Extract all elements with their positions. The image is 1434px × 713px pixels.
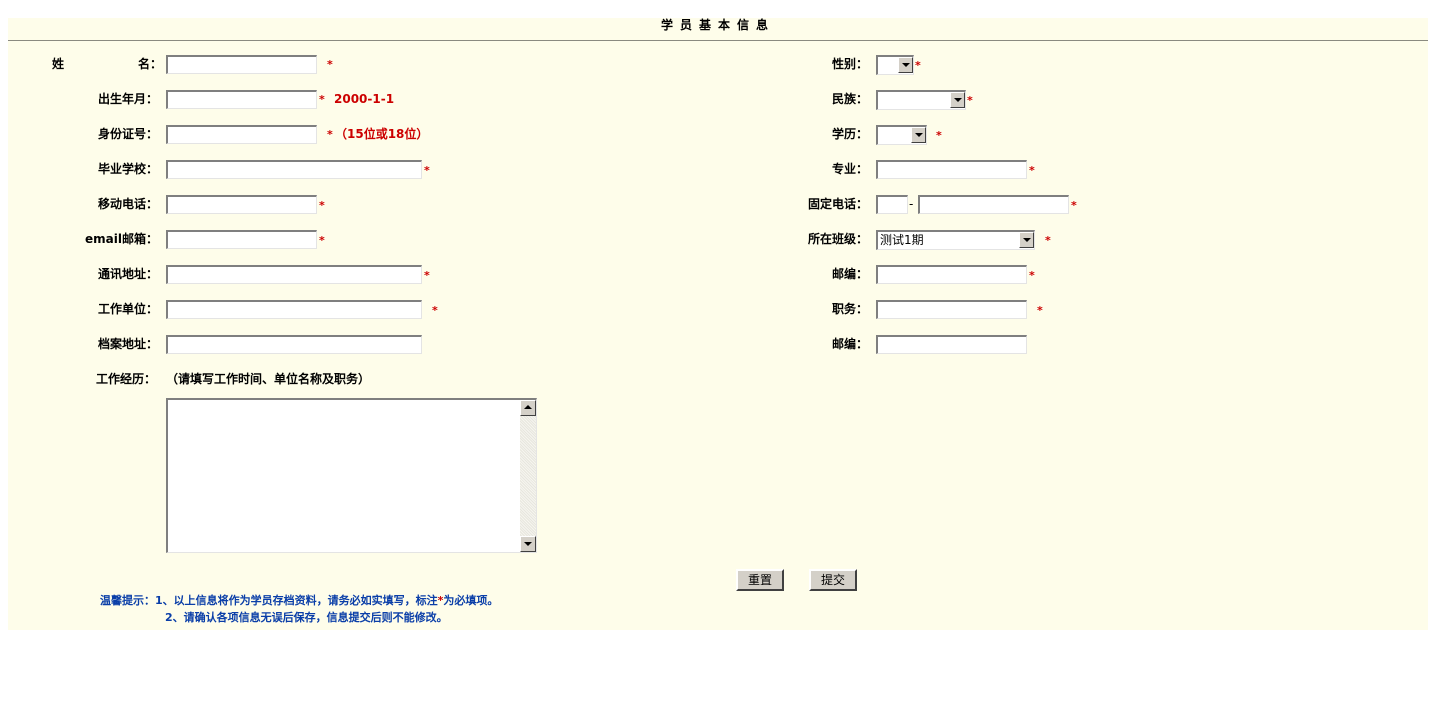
gender-label: 性别：: [831, 57, 868, 71]
postcode-required-mark: *: [1029, 269, 1035, 282]
major-label: 专业：: [831, 162, 868, 176]
work-history-textarea[interactable]: [166, 398, 537, 553]
school-input[interactable]: [166, 160, 422, 179]
chevron-down-icon[interactable]: [950, 92, 965, 108]
employer-required-mark: *: [432, 304, 438, 317]
class-value: 测试1期: [880, 233, 924, 247]
birth-input[interactable]: [166, 90, 317, 109]
name-label-first-char: 姓: [52, 57, 65, 71]
id-number-hint: （15位或18位）: [335, 127, 429, 141]
email-required-mark: *: [319, 234, 325, 247]
birth-format-hint: 2000-1-1: [334, 92, 395, 106]
id-number-input[interactable]: [166, 125, 317, 144]
tip-prefix: 温馨提示：: [100, 594, 155, 607]
tip-line-2: 2、请确认各项信息无误后保存，信息提交后则不能修改。: [165, 611, 448, 624]
school-label: 毕业学校：: [97, 162, 158, 176]
gender-select[interactable]: [876, 55, 914, 75]
id-number-required-mark: *: [327, 128, 333, 141]
job-title-required-mark: *: [1037, 304, 1043, 317]
tip-line-1: 温馨提示：1、以上信息将作为学员存档资料，请务必如实填写，标注*为必填项。: [100, 593, 498, 608]
archive-address-input[interactable]: [166, 335, 422, 354]
landline-separator: -: [909, 197, 914, 211]
form-panel: 学员基本信息 姓 名： * 出生年月： * 2000-1-1 身份证号： * （…: [8, 18, 1428, 630]
chevron-down-icon[interactable]: [911, 127, 926, 143]
mobile-label: 移动电话：: [97, 197, 158, 211]
gender-required-mark: *: [915, 59, 921, 72]
ethnicity-label: 民族：: [831, 92, 868, 106]
reset-button[interactable]: 重置: [736, 569, 784, 591]
chevron-down-icon[interactable]: [898, 57, 913, 73]
major-input[interactable]: [876, 160, 1027, 179]
title-divider: [8, 40, 1428, 41]
archive-postcode-input[interactable]: [876, 335, 1027, 354]
page-title: 学员基本信息: [660, 18, 775, 32]
postcode-input[interactable]: [876, 265, 1027, 284]
employer-label: 工作单位：: [97, 302, 158, 316]
name-input[interactable]: [166, 55, 317, 74]
archive-postcode-label: 邮编：: [831, 337, 868, 351]
class-select[interactable]: 测试1期: [876, 230, 1035, 250]
ethnicity-select[interactable]: [876, 90, 966, 110]
major-required-mark: *: [1029, 164, 1035, 177]
landline-required-mark: *: [1071, 199, 1077, 212]
address-input[interactable]: [166, 265, 422, 284]
postcode-label: 邮编：: [831, 267, 868, 281]
work-history-label: 工作经历：: [96, 372, 157, 386]
landline-area-code-input[interactable]: [876, 195, 908, 214]
submit-button[interactable]: 提交: [809, 569, 857, 591]
mobile-required-mark: *: [319, 199, 325, 212]
tip-line1-suffix: 为必填项。: [443, 594, 499, 607]
education-required-mark: *: [936, 129, 942, 142]
address-required-mark: *: [424, 269, 430, 282]
school-required-mark: *: [424, 164, 430, 177]
job-title-input[interactable]: [876, 300, 1027, 319]
landline-number-input[interactable]: [918, 195, 1069, 214]
education-label: 学历：: [831, 127, 868, 141]
birth-label: 出生年月：: [97, 92, 158, 106]
landline-label: 固定电话：: [807, 197, 868, 211]
mobile-input[interactable]: [166, 195, 317, 214]
class-label: 所在班级：: [807, 232, 868, 246]
id-number-label: 身份证号：: [97, 127, 158, 141]
employer-input[interactable]: [166, 300, 422, 319]
name-required-mark: *: [327, 58, 333, 71]
work-history-scrollbar[interactable]: [520, 400, 536, 552]
email-label: email邮箱：: [85, 232, 158, 246]
work-history-note: （请填写工作时间、单位名称及职务）: [166, 372, 371, 386]
email-input[interactable]: [166, 230, 317, 249]
job-title-label: 职务：: [831, 302, 868, 316]
scroll-down-icon[interactable]: [520, 536, 536, 552]
chevron-down-icon[interactable]: [1019, 232, 1034, 248]
education-select[interactable]: [876, 125, 927, 145]
tip-line1-text: 1、以上信息将作为学员存档资料，请务必如实填写，标注: [155, 594, 438, 607]
ethnicity-required-mark: *: [967, 94, 973, 107]
scroll-up-icon[interactable]: [520, 400, 536, 416]
name-label-last-char: 名：: [138, 57, 163, 71]
address-label: 通讯地址：: [97, 267, 158, 281]
archive-address-label: 档案地址：: [97, 337, 158, 351]
birth-required-mark: *: [319, 93, 325, 106]
class-required-mark: *: [1045, 234, 1051, 247]
